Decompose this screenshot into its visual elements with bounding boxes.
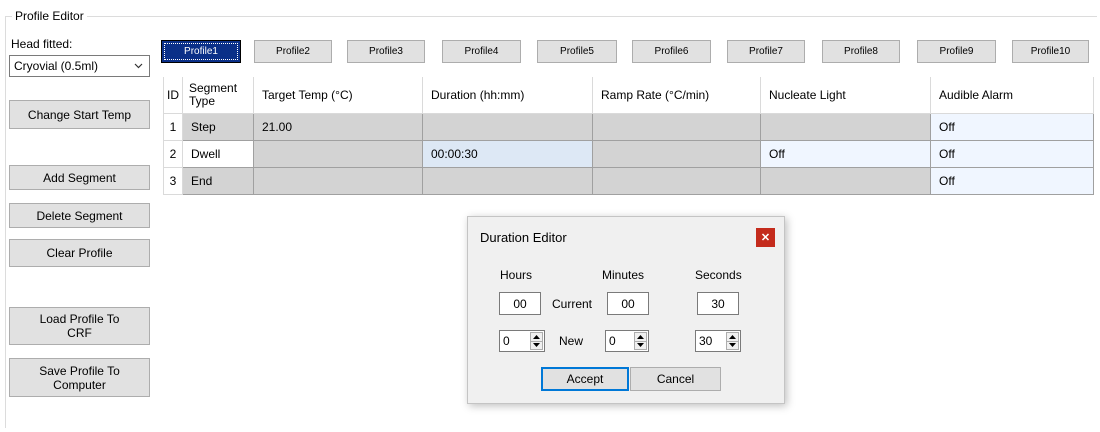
tab-profile8[interactable]: Profile8 bbox=[822, 40, 900, 63]
table-row[interactable]: 2 Dwell 00:00:30 Off Off bbox=[163, 140, 1094, 168]
audible-alarm-cell[interactable]: Off bbox=[930, 167, 1094, 195]
ramp-rate-cell[interactable] bbox=[592, 167, 761, 195]
new-label: New bbox=[559, 334, 584, 348]
current-seconds-field: 30 bbox=[697, 292, 739, 315]
new-minutes-stepper[interactable]: 0 bbox=[605, 330, 649, 352]
spinner-buttons[interactable] bbox=[634, 332, 647, 350]
clear-profile-button[interactable]: Clear Profile bbox=[9, 239, 150, 267]
tab-profile7[interactable]: Profile7 bbox=[727, 40, 805, 63]
group-title: Profile Editor bbox=[12, 9, 87, 23]
row-id: 1 bbox=[163, 113, 183, 141]
duration-editor-dialog: Duration Editor ✕ Hours Minutes Seconds … bbox=[467, 216, 785, 404]
column-header-ramp-rate[interactable]: Ramp Rate (°C/min) bbox=[592, 77, 761, 114]
minutes-label: Minutes bbox=[602, 268, 645, 282]
segment-grid: ID Segment Type Target Temp (°C) Duratio… bbox=[163, 77, 1094, 195]
table-row[interactable]: 3 End Off bbox=[163, 167, 1094, 195]
current-hours-field: 00 bbox=[499, 292, 541, 315]
cancel-button[interactable]: Cancel bbox=[630, 367, 721, 391]
spinner-buttons[interactable] bbox=[726, 332, 739, 350]
accept-button[interactable]: Accept bbox=[541, 367, 629, 391]
segment-type-cell[interactable]: End bbox=[182, 167, 254, 195]
segment-type-cell[interactable]: Dwell bbox=[182, 140, 254, 168]
current-minutes-field: 00 bbox=[607, 292, 649, 315]
seconds-label: Seconds bbox=[695, 268, 742, 282]
audible-alarm-cell[interactable]: Off bbox=[930, 140, 1094, 168]
column-header-target-temp[interactable]: Target Temp (°C) bbox=[253, 77, 423, 114]
load-profile-button[interactable]: Load Profile To CRF bbox=[9, 307, 150, 345]
column-header-nucleate-light[interactable]: Nucleate Light bbox=[760, 77, 931, 114]
column-header-duration[interactable]: Duration (hh:mm) bbox=[422, 77, 593, 114]
tab-profile9[interactable]: Profile9 bbox=[917, 40, 996, 63]
save-profile-button[interactable]: Save Profile To Computer bbox=[9, 358, 150, 397]
audible-alarm-cell[interactable]: Off bbox=[930, 113, 1094, 141]
spin-down-icon[interactable] bbox=[727, 341, 738, 349]
tab-profile10[interactable]: Profile10 bbox=[1012, 40, 1089, 63]
segment-type-cell[interactable]: Step bbox=[182, 113, 254, 141]
head-fitted-label: Head fitted: bbox=[11, 37, 73, 51]
target-temp-cell[interactable] bbox=[253, 167, 423, 195]
nucleate-light-cell[interactable] bbox=[760, 167, 931, 195]
head-fitted-select[interactable]: Cryovial (0.5ml) bbox=[9, 55, 150, 77]
duration-cell[interactable]: 00:00:30 bbox=[422, 140, 593, 168]
close-icon[interactable]: ✕ bbox=[756, 228, 775, 247]
tab-profile2[interactable]: Profile2 bbox=[254, 40, 332, 63]
spin-down-icon[interactable] bbox=[635, 341, 646, 349]
column-header-segment-type[interactable]: Segment Type bbox=[182, 77, 254, 114]
tab-profile1[interactable]: Profile1 bbox=[161, 40, 241, 63]
ramp-rate-cell[interactable] bbox=[592, 113, 761, 141]
new-hours-stepper[interactable]: 0 bbox=[499, 330, 545, 352]
table-row[interactable]: 1 Step 21.00 Off bbox=[163, 113, 1094, 141]
tab-profile3[interactable]: Profile3 bbox=[347, 40, 425, 63]
new-hours-value: 0 bbox=[503, 334, 510, 348]
duration-cell[interactable] bbox=[422, 167, 593, 195]
column-header-id[interactable]: ID bbox=[163, 77, 183, 114]
target-temp-cell[interactable]: 21.00 bbox=[253, 113, 423, 141]
chevron-down-icon bbox=[134, 63, 143, 69]
spin-down-icon[interactable] bbox=[531, 341, 542, 349]
tab-profile4[interactable]: Profile4 bbox=[442, 40, 521, 63]
change-start-temp-button[interactable]: Change Start Temp bbox=[9, 100, 150, 129]
dialog-title: Duration Editor bbox=[480, 230, 567, 245]
tab-profile6[interactable]: Profile6 bbox=[632, 40, 711, 63]
new-seconds-stepper[interactable]: 30 bbox=[695, 330, 741, 352]
current-label: Current bbox=[552, 297, 593, 311]
row-id: 2 bbox=[163, 140, 183, 168]
spinner-buttons[interactable] bbox=[530, 332, 543, 350]
row-id: 3 bbox=[163, 167, 183, 195]
add-segment-button[interactable]: Add Segment bbox=[9, 165, 150, 190]
duration-cell[interactable] bbox=[422, 113, 593, 141]
new-seconds-value: 30 bbox=[699, 334, 713, 348]
tab-profile5[interactable]: Profile5 bbox=[537, 40, 617, 63]
new-minutes-value: 0 bbox=[609, 334, 616, 348]
target-temp-cell[interactable] bbox=[253, 140, 423, 168]
head-fitted-value: Cryovial (0.5ml) bbox=[14, 59, 99, 73]
nucleate-light-cell[interactable] bbox=[760, 113, 931, 141]
column-header-audible-alarm[interactable]: Audible Alarm bbox=[930, 77, 1094, 114]
ramp-rate-cell[interactable] bbox=[592, 140, 761, 168]
nucleate-light-cell[interactable]: Off bbox=[760, 140, 931, 168]
hours-label: Hours bbox=[500, 268, 533, 282]
delete-segment-button[interactable]: Delete Segment bbox=[9, 203, 150, 228]
